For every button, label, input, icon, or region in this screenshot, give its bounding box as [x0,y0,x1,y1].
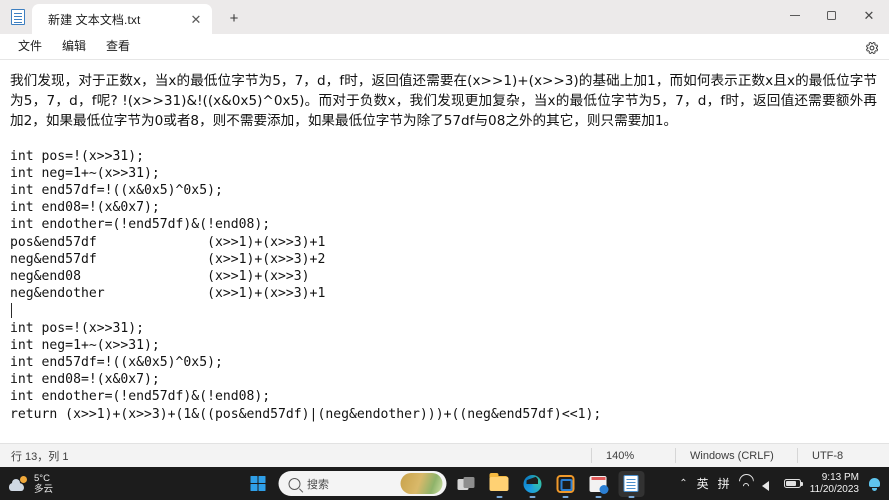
wifi-icon[interactable] [739,478,753,489]
file-explorer-icon [489,473,509,491]
minimize-icon [790,14,800,16]
zoom-level[interactable]: 140% [591,448,675,463]
snipping-tool-button[interactable] [585,471,611,498]
tab-strip: 新建 文本文档.txt ✕ + [32,0,248,34]
snipping-tool-icon [589,475,609,494]
code-block-first: int pos=!(x>>31); int neg=1+~(x>>31); in… [10,148,326,302]
notepad-window: 新建 文本文档.txt ✕ + ✕ 文件 编辑 查看 我们发现，对于正数x，当x… [0,0,889,500]
text-caret [11,303,12,319]
close-icon: ✕ [863,7,875,23]
taskbar-apps [453,470,644,498]
taskbar-center: 搜索 [245,470,644,498]
edge-icon [523,474,541,493]
paragraph-text: 我们发现，对于正数x，当x的最低位字节为5，7，d，f时，返回值还需要在(x>>… [10,73,877,130]
battery-icon[interactable] [783,479,804,488]
bell-icon[interactable] [868,477,881,491]
ime-pinyin-indicator[interactable]: 拼 [718,475,730,492]
clock-time: 9:13 PM [821,471,859,483]
system-tray: ⌃ 英 拼 9:13 PM 11/20/2023 [679,472,889,496]
status-bar: 行 13，列 1 140% Windows (CRLF) UTF-8 [0,443,889,467]
clock-date: 11/20/2023 [809,483,859,495]
virtualbox-icon [556,474,574,493]
search-placeholder: 搜索 [307,478,329,491]
task-view-button[interactable] [453,471,479,497]
notepad-taskbar-button[interactable] [618,470,644,498]
settings-button[interactable] [861,37,883,59]
tab-active[interactable]: 新建 文本文档.txt ✕ [32,4,212,34]
close-icon[interactable]: ✕ [186,9,206,29]
volume-icon[interactable] [761,478,775,491]
maximize-icon [826,10,836,20]
encoding[interactable]: UTF-8 [797,448,889,463]
search-input[interactable]: 搜索 [278,471,446,496]
clock[interactable]: 9:13 PM 11/20/2023 [810,472,859,496]
line-ending[interactable]: Windows (CRLF) [675,448,797,463]
notepad-icon [11,9,25,25]
menu-item-view[interactable]: 查看 [96,36,140,56]
code-block-second: int pos=!(x>>31); int neg=1+~(x>>31); in… [10,320,602,422]
virtualbox-button[interactable] [552,471,578,498]
edge-button[interactable] [519,471,545,498]
ime-mode-indicator[interactable]: 英 [697,475,709,492]
close-window-button[interactable]: ✕ [849,0,889,30]
menu-bar: 文件 编辑 查看 [0,34,889,60]
chevron-up-icon[interactable]: ⌃ [679,478,687,489]
maximize-button[interactable] [813,0,849,30]
text-editor-area[interactable]: 我们发现，对于正数x，当x的最低位字节为5，7，d，f时，返回值还需要在(x>>… [0,60,889,443]
tab-title: 新建 文本文档.txt [48,12,141,27]
new-tab-button[interactable]: + [220,4,248,32]
task-view-icon [457,476,475,491]
weather-condition: 多云 [34,483,54,495]
notepad-app-icon [4,0,32,34]
gear-icon [866,42,879,54]
cursor-position: 行 13，列 1 [11,450,69,463]
status-right-group: 140% Windows (CRLF) UTF-8 [591,444,889,467]
menu-item-file[interactable]: 文件 [8,36,52,56]
windows-logo-icon [250,476,266,491]
minimize-button[interactable] [777,0,813,30]
file-explorer-button[interactable] [486,471,512,498]
weather-temperature: 5°C [34,472,50,484]
window-controls: ✕ [777,0,889,30]
weather-text: 5°C 多云 [34,473,53,495]
search-thumbnail-image [400,473,442,494]
search-icon [288,477,300,490]
weather-widget[interactable]: 5°C 多云 [0,473,53,495]
partly-cloudy-icon [8,474,28,494]
notepad-icon [623,475,639,492]
title-bar: 新建 文本文档.txt ✕ + ✕ [0,0,889,34]
taskbar: 5°C 多云 搜索 ⌃ 英 拼 9:13 PM 11/20/2023 [0,467,889,500]
start-button[interactable] [245,471,271,497]
caret-line [10,302,877,319]
menu-item-edit[interactable]: 编辑 [52,36,96,56]
